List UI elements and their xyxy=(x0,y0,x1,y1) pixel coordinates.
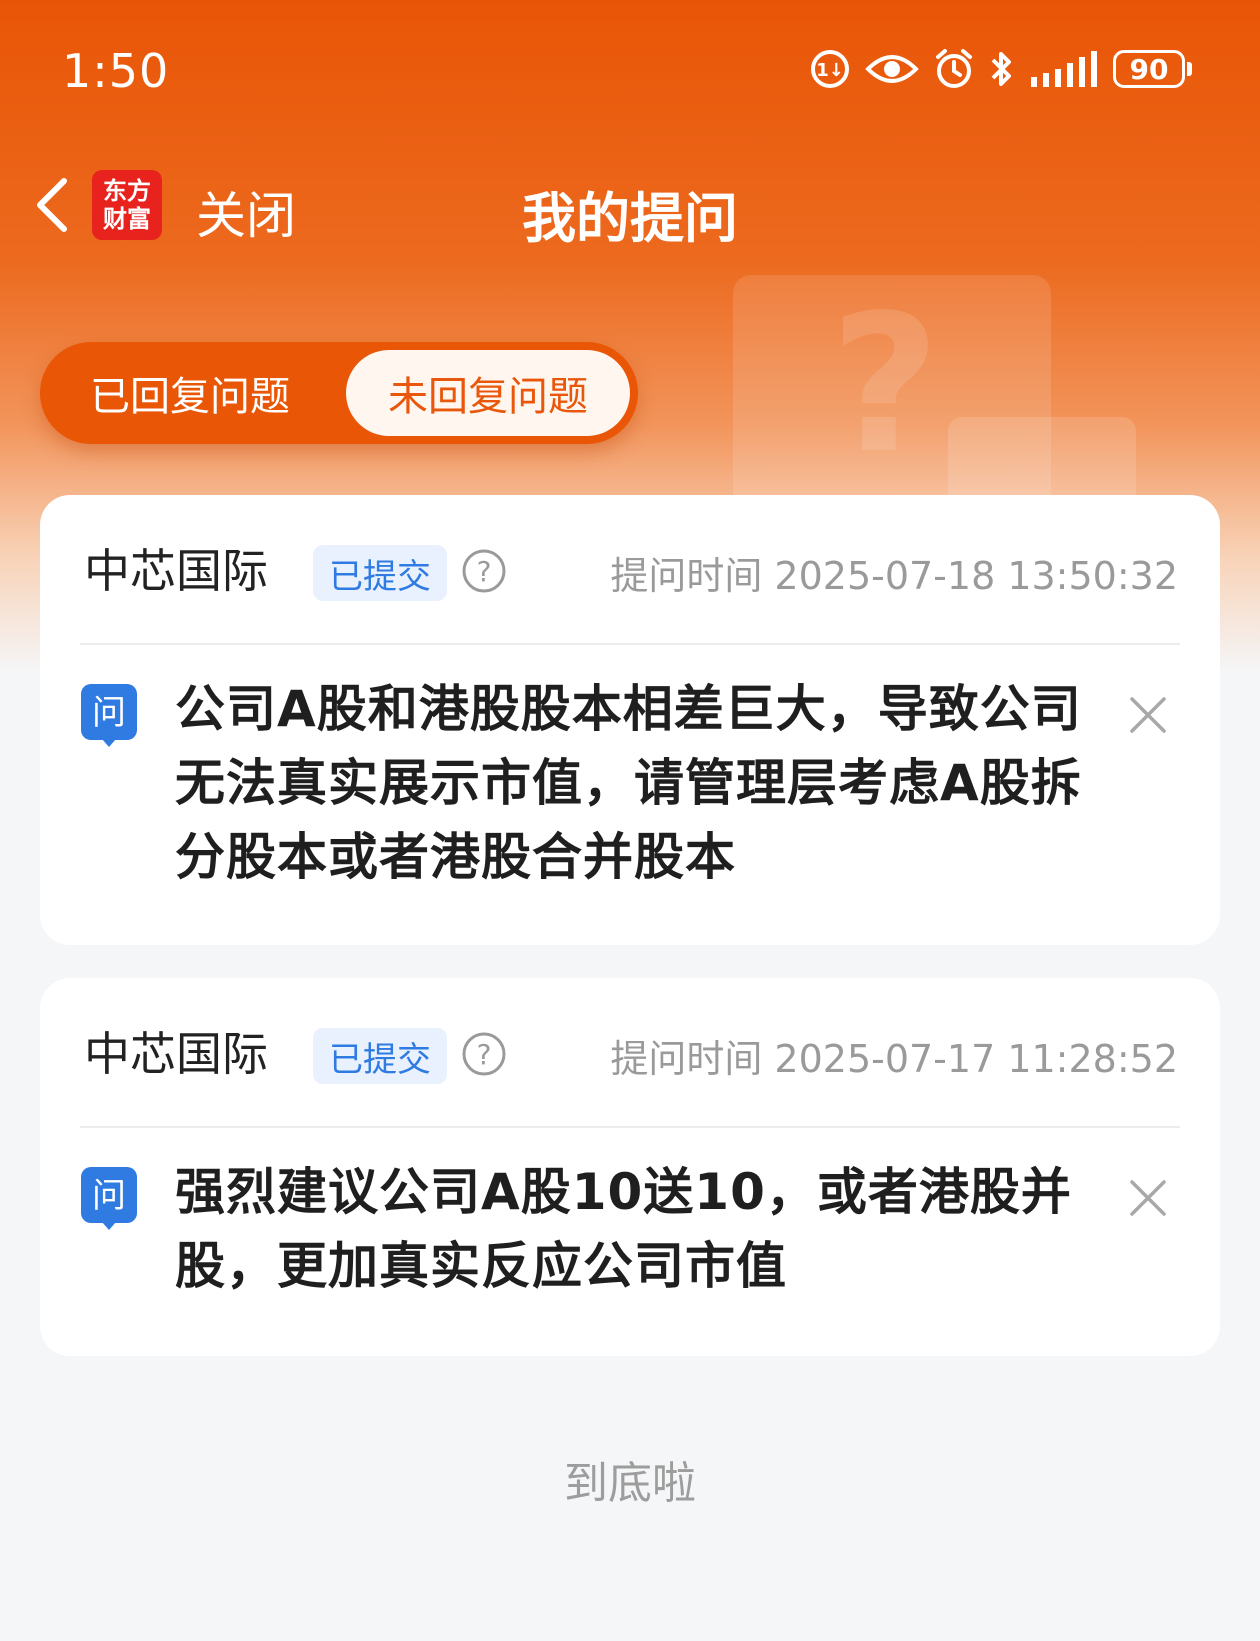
tab-replied-questions[interactable]: 已回复问题 xyxy=(40,342,340,444)
question-time: 提问时间 2025-07-18 13:50:32 xyxy=(610,554,1178,598)
svg-text:问: 问 xyxy=(92,693,126,733)
help-icon[interactable]: ? xyxy=(461,1031,507,1077)
alarm-icon xyxy=(936,49,972,88)
divider xyxy=(80,643,1180,645)
page-title: 我的提问 xyxy=(522,187,738,250)
battery-tip xyxy=(1187,62,1192,76)
close-icon[interactable] xyxy=(1128,695,1168,735)
decorative-question-mark: ? xyxy=(830,274,941,495)
question-card-header: 中芯国际 已提交 ? 提问时间 2025-07-17 11:28:52 xyxy=(40,978,1220,1128)
question-card-header: 中芯国际 已提交 ? 提问时间 2025-07-18 13:50:32 xyxy=(40,495,1220,645)
svg-text:?: ? xyxy=(477,1038,492,1071)
company-name: 中芯国际 xyxy=(84,544,268,598)
close-icon[interactable] xyxy=(1128,1178,1168,1218)
battery-icon: 90 xyxy=(1113,50,1192,88)
question-tabs: 已回复问题 未回复问题 xyxy=(40,342,638,444)
status-icons: 1↓ 90 xyxy=(809,48,1192,90)
help-icon[interactable]: ? xyxy=(461,548,507,594)
status-badge: 已提交 xyxy=(313,545,447,601)
status-badge: 已提交 xyxy=(313,1028,447,1084)
data-saver-icon: 1↓ xyxy=(811,50,849,88)
svg-text:1↓: 1↓ xyxy=(816,60,844,81)
signal-icon xyxy=(1031,51,1097,87)
battery-level: 90 xyxy=(1113,50,1185,88)
status-time: 1:50 xyxy=(62,44,170,98)
question-icon: 问 xyxy=(81,1167,137,1230)
bluetooth-icon xyxy=(991,52,1011,86)
tab-unreplied-questions[interactable]: 未回复问题 xyxy=(346,350,630,436)
question-card: 中芯国际 已提交 ? 提问时间 2025-07-17 11:28:52 问 强烈… xyxy=(40,978,1220,1356)
eye-icon xyxy=(865,55,919,83)
end-of-list-text: 到底啦 xyxy=(564,1458,696,1509)
question-time: 提问时间 2025-07-17 11:28:52 xyxy=(610,1037,1178,1081)
nav-bar: 东方 财富 关闭 我的提问 xyxy=(0,150,1260,260)
question-text: 强烈建议公司A股10送10，或者港股并股，更加真实反应公司市值 xyxy=(175,1163,1072,1295)
status-bar: 1:50 1↓ 90 xyxy=(0,0,1260,150)
question-text: 公司A股和港股股本相差巨大，导致公司无法真实展示市值，请管理层考虑A股拆分股本或… xyxy=(175,680,1082,886)
question-card: 中芯国际 已提交 ? 提问时间 2025-07-18 13:50:32 问 公司… xyxy=(40,495,1220,945)
svg-text:?: ? xyxy=(477,555,492,588)
svg-text:问: 问 xyxy=(92,1176,126,1216)
divider xyxy=(80,1126,1180,1128)
company-name: 中芯国际 xyxy=(84,1027,268,1081)
question-icon: 问 xyxy=(81,684,137,747)
